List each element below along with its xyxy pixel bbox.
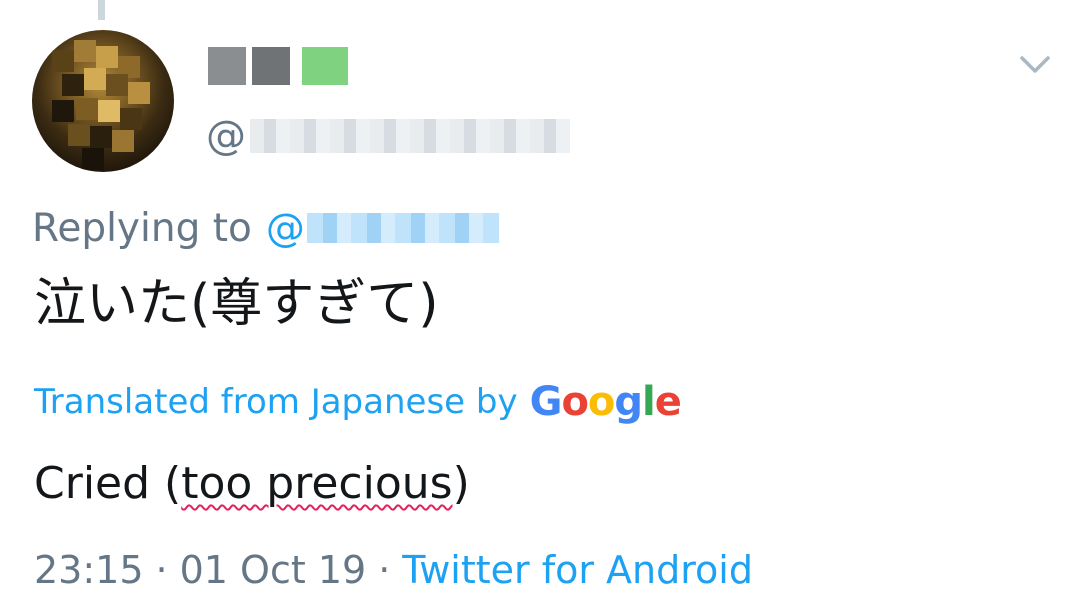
google-letter: o xyxy=(587,379,616,425)
display-name-blurred[interactable] xyxy=(208,44,348,88)
handle-at-sign: @ xyxy=(206,113,246,159)
blurred-handle xyxy=(250,119,570,153)
google-logo: G o o g l e xyxy=(529,379,682,425)
google-letter: G xyxy=(529,379,563,425)
translated-text-open: Cried ( xyxy=(34,458,182,509)
replying-to: Replying to @ xyxy=(32,200,499,256)
separator-dot: · xyxy=(155,548,168,592)
pixelated-avatar-image xyxy=(52,40,150,170)
translation-label: Translated from Japanese by xyxy=(34,382,518,422)
date[interactable]: 01 Oct 19 xyxy=(180,548,367,592)
replying-to-label: Replying to xyxy=(32,205,252,251)
reply-handle-link[interactable]: @ xyxy=(266,206,305,251)
translated-text-underlined: too precious xyxy=(181,458,453,509)
google-letter: l xyxy=(642,379,656,425)
blurred-emoji-block xyxy=(302,47,348,85)
timestamp[interactable]: 23:15 xyxy=(34,548,144,592)
tweet-text: 泣いた(尊すぎて) xyxy=(34,274,439,334)
blurred-name-block xyxy=(208,47,246,85)
chevron-down-icon[interactable] xyxy=(1018,50,1052,80)
source-link[interactable]: Twitter for Android xyxy=(402,548,753,592)
blurred-reply-handle[interactable] xyxy=(306,213,499,243)
blurred-name-block xyxy=(252,47,290,85)
translation-attribution: Translated from Japanese by G o o g l e xyxy=(34,374,682,430)
thread-connector-line xyxy=(98,0,105,20)
translated-text-close: ) xyxy=(452,458,470,509)
google-letter: e xyxy=(654,379,682,425)
tweet-metadata: 23:15 · 01 Oct 19 · Twitter for Android xyxy=(34,542,753,598)
translated-text: Cried (too precious) xyxy=(34,454,470,514)
avatar[interactable] xyxy=(32,30,174,172)
google-letter: o xyxy=(561,379,589,425)
reply-handle-at: @ xyxy=(265,205,305,251)
google-letter: g xyxy=(614,379,643,425)
separator-dot: · xyxy=(378,548,391,592)
user-handle[interactable]: @ xyxy=(206,112,570,160)
